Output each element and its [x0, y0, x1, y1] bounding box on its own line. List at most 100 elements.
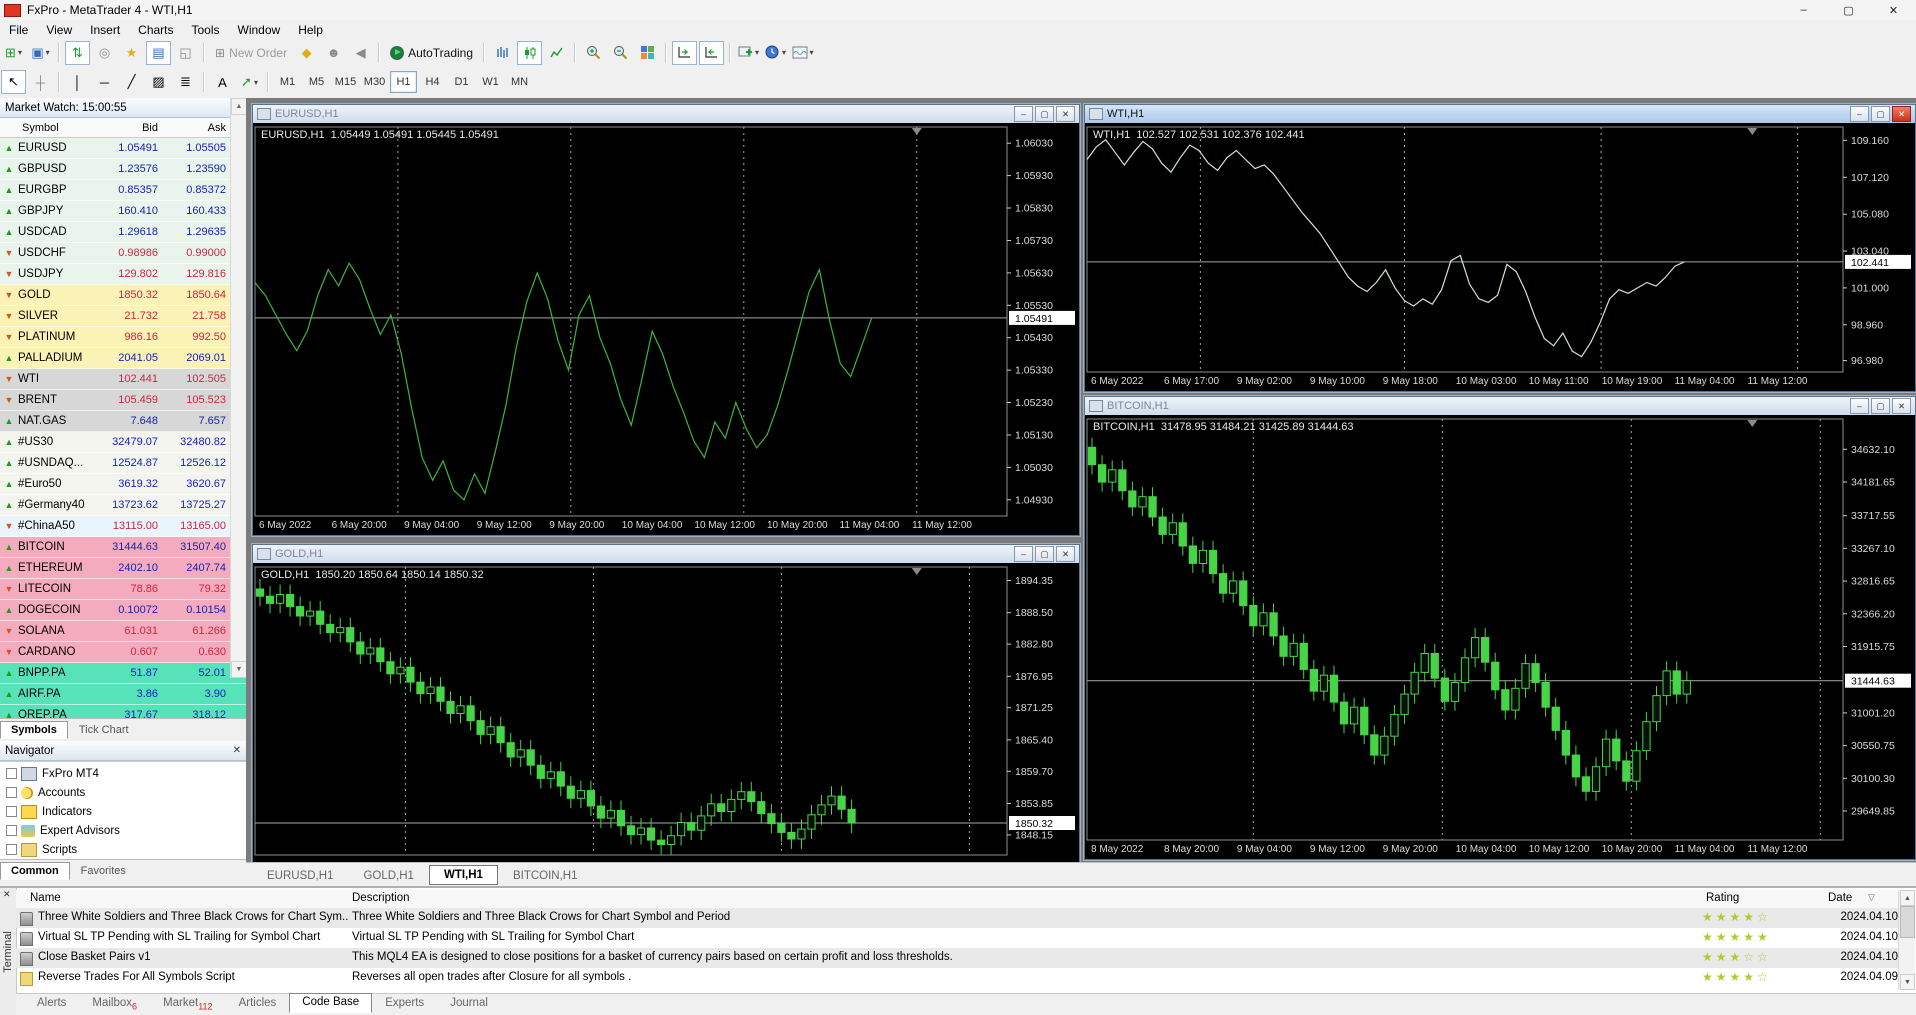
navigator-tree-item[interactable]: Accounts	[0, 783, 246, 802]
new-chart-button[interactable]: ⊞▾	[1, 41, 26, 65]
wti-chart-window[interactable]: WTI,H1 – ▢ ✕ WTI,H1 102.527 102.531 102.…	[1084, 104, 1916, 392]
sort-descending-icon[interactable]: ▽	[1868, 892, 1875, 903]
minimize-button[interactable]: –	[1850, 106, 1869, 122]
codebase-row[interactable]: Close Basket Pairs v1 This MQL4 EA is de…	[16, 948, 1898, 968]
description-column-header[interactable]: Description	[352, 892, 410, 904]
chart-window-tab[interactable]: WTI,H1	[429, 865, 498, 885]
periods-button[interactable]: ▾	[763, 41, 788, 65]
terminal-tab[interactable]: Market112	[150, 994, 226, 1014]
bitcoin-chart-canvas[interactable]: BITCOIN,H1 31478.95 31484.21 31425.89 31…	[1085, 415, 1915, 859]
navigator-tree-item[interactable]: FxPro MT4	[0, 764, 246, 783]
indicators-button[interactable]: ▾	[736, 41, 761, 65]
market-watch-row[interactable]: GOLD 1850.32 1850.64	[0, 285, 246, 306]
restore-button[interactable]: ▢	[1035, 106, 1054, 122]
market-watch-row[interactable]: LITECOIN 78.86 79.32	[0, 579, 246, 600]
market-watch-row[interactable]: USDCHF 0.98986 0.99000	[0, 243, 246, 264]
terminal-tab[interactable]: Code Base	[289, 993, 372, 1013]
line-chart-mode-button[interactable]	[544, 41, 569, 65]
expander-icon[interactable]	[6, 844, 17, 855]
gold-chart-canvas[interactable]: GOLD,H1 1850.20 1850.64 1850.14 1850.32 …	[253, 563, 1079, 863]
profiles-button[interactable]: ▣▾	[28, 41, 53, 65]
market-watch-row[interactable]: #ChinaA50 13115.00 13165.00	[0, 516, 246, 537]
terminal-close-icon[interactable]: ✕	[3, 889, 11, 900]
menu-item[interactable]: Insert	[81, 20, 129, 39]
bitcoin-chart-window[interactable]: BITCOIN,H1 – ▢ ✕ BITCOIN,H1 31478.95 314…	[1084, 396, 1916, 860]
menu-item[interactable]: View	[37, 20, 81, 39]
timeframe-button[interactable]: M30	[361, 71, 388, 93]
scroll-down-icon[interactable]: ▼	[1900, 974, 1915, 990]
chart-window-tab[interactable]: BITCOIN,H1	[498, 866, 593, 885]
timeframe-button[interactable]: M5	[303, 71, 330, 93]
rating-column-header[interactable]: Rating	[1706, 892, 1739, 904]
market-watch-row[interactable]: DOGECOIN 0.10072 0.10154	[0, 600, 246, 621]
wti-chart-canvas[interactable]: WTI,H1 102.527 102.531 102.376 102.441 1…	[1085, 123, 1915, 391]
minimize-button[interactable]: –	[1781, 0, 1826, 20]
market-watch-row[interactable]: #US30 32479.07 32480.82	[0, 432, 246, 453]
chart-window-tab[interactable]: GOLD,H1	[348, 866, 429, 885]
maximize-button[interactable]: ▢	[1826, 0, 1871, 20]
navigator-tab[interactable]: Favorites	[70, 862, 137, 880]
chart-window-tab[interactable]: EURUSD,H1	[252, 866, 348, 885]
timeframe-button[interactable]: MN	[506, 71, 533, 93]
menu-item[interactable]: Charts	[129, 20, 182, 39]
market-watch-row[interactable]: USDCAD 1.29618 1.29635	[0, 222, 246, 243]
market-watch-row[interactable]: SILVER 21.732 21.758	[0, 306, 246, 327]
market-watch-row[interactable]: USDJPY 129.802 129.816	[0, 264, 246, 285]
fibonacci-button[interactable]: ≣	[173, 70, 198, 94]
trendline-button[interactable]: ╱	[119, 70, 144, 94]
menu-item[interactable]: Window	[229, 20, 290, 39]
expert-properties-button[interactable]: ☻	[321, 41, 346, 65]
restore-button[interactable]: ▢	[1871, 398, 1890, 414]
market-watch-toggle-button[interactable]: ▤	[146, 41, 171, 65]
terminal-tab[interactable]: Articles	[226, 994, 290, 1014]
scroll-up-icon[interactable]: ▲	[1900, 890, 1915, 906]
codebase-row[interactable]: Reverse Trades For All Symbols Script Re…	[16, 968, 1898, 988]
cursor-target-button[interactable]: ◎	[92, 41, 117, 65]
ask-column-header[interactable]: Ask	[158, 122, 226, 134]
scrollbar-thumb[interactable]	[1900, 906, 1915, 938]
eurusd-chart-window[interactable]: EURUSD,H1 – ▢ ✕ EURUSD,H1 1.05449 1.0549…	[252, 104, 1080, 536]
minimize-button[interactable]: –	[1014, 546, 1033, 562]
tile-windows-button[interactable]	[635, 41, 660, 65]
terminal-tab[interactable]: Mailbox6	[79, 994, 150, 1014]
gold-window-titlebar[interactable]: GOLD,H1 – ▢ ✕	[253, 545, 1079, 563]
market-watch-row[interactable]: PALLADIUM 2041.05 2069.01	[0, 348, 246, 369]
close-button[interactable]: ✕	[1871, 0, 1916, 20]
eurusd-window-titlebar[interactable]: EURUSD,H1 – ▢ ✕	[253, 105, 1079, 123]
navigator-tree-item[interactable]: Scripts	[0, 840, 246, 859]
navigator-tab[interactable]: Common	[0, 862, 70, 880]
terminal-tab[interactable]: Experts	[372, 994, 437, 1014]
market-watch-scrollbar[interactable]: ▲ ▼	[230, 98, 246, 678]
market-watch-row[interactable]: EURGBP 0.85357 0.85372	[0, 180, 246, 201]
crosshair-button[interactable]: ┼	[28, 70, 53, 94]
bar-chart-mode-button[interactable]	[490, 41, 515, 65]
expander-icon[interactable]	[6, 806, 17, 817]
zoom-out-button[interactable]	[608, 41, 633, 65]
market-watch-tab[interactable]: Tick Chart	[68, 721, 140, 739]
market-watch-row[interactable]: #USNDAQ... 12524.87 12526.12	[0, 453, 246, 474]
timeframe-button[interactable]: D1	[448, 71, 475, 93]
market-watch-tab[interactable]: Symbols	[0, 721, 68, 739]
autotrading-button[interactable]: AutoTrading	[384, 46, 479, 60]
market-watch-row[interactable]: BITCOIN 31444.63 31507.40	[0, 537, 246, 558]
codebase-row[interactable]: Three White Soldiers and Three Black Cro…	[16, 908, 1898, 928]
chart-shift-button[interactable]	[672, 41, 697, 65]
market-watch-row[interactable]: BRENT 105.459 105.523	[0, 390, 246, 411]
expander-icon[interactable]	[6, 787, 17, 798]
market-watch-row[interactable]: GBPUSD 1.23576 1.23590	[0, 159, 246, 180]
minimize-button[interactable]: –	[1014, 106, 1033, 122]
eurusd-chart-canvas[interactable]: EURUSD,H1 1.05449 1.05491 1.05445 1.0549…	[253, 123, 1079, 535]
close-button[interactable]: ✕	[1892, 398, 1911, 414]
bitcoin-window-titlebar[interactable]: BITCOIN,H1 – ▢ ✕	[1085, 397, 1915, 415]
symbol-column-header[interactable]: Symbol	[0, 122, 108, 134]
tick-chart-button[interactable]: ⇅	[65, 41, 90, 65]
minimize-button[interactable]: –	[1850, 398, 1869, 414]
restore-button[interactable]: ▢	[1871, 106, 1890, 122]
auto-scroll-button[interactable]	[699, 41, 724, 65]
codebase-row[interactable]: Virtual SL TP Pending with SL Trailing f…	[16, 928, 1898, 948]
channel-button[interactable]: ▨	[146, 70, 171, 94]
expander-icon[interactable]	[6, 825, 17, 836]
bid-column-header[interactable]: Bid	[108, 122, 158, 134]
navigator-tree-item[interactable]: Indicators	[0, 802, 246, 821]
alert-bucket-button[interactable]: ◆	[294, 41, 319, 65]
